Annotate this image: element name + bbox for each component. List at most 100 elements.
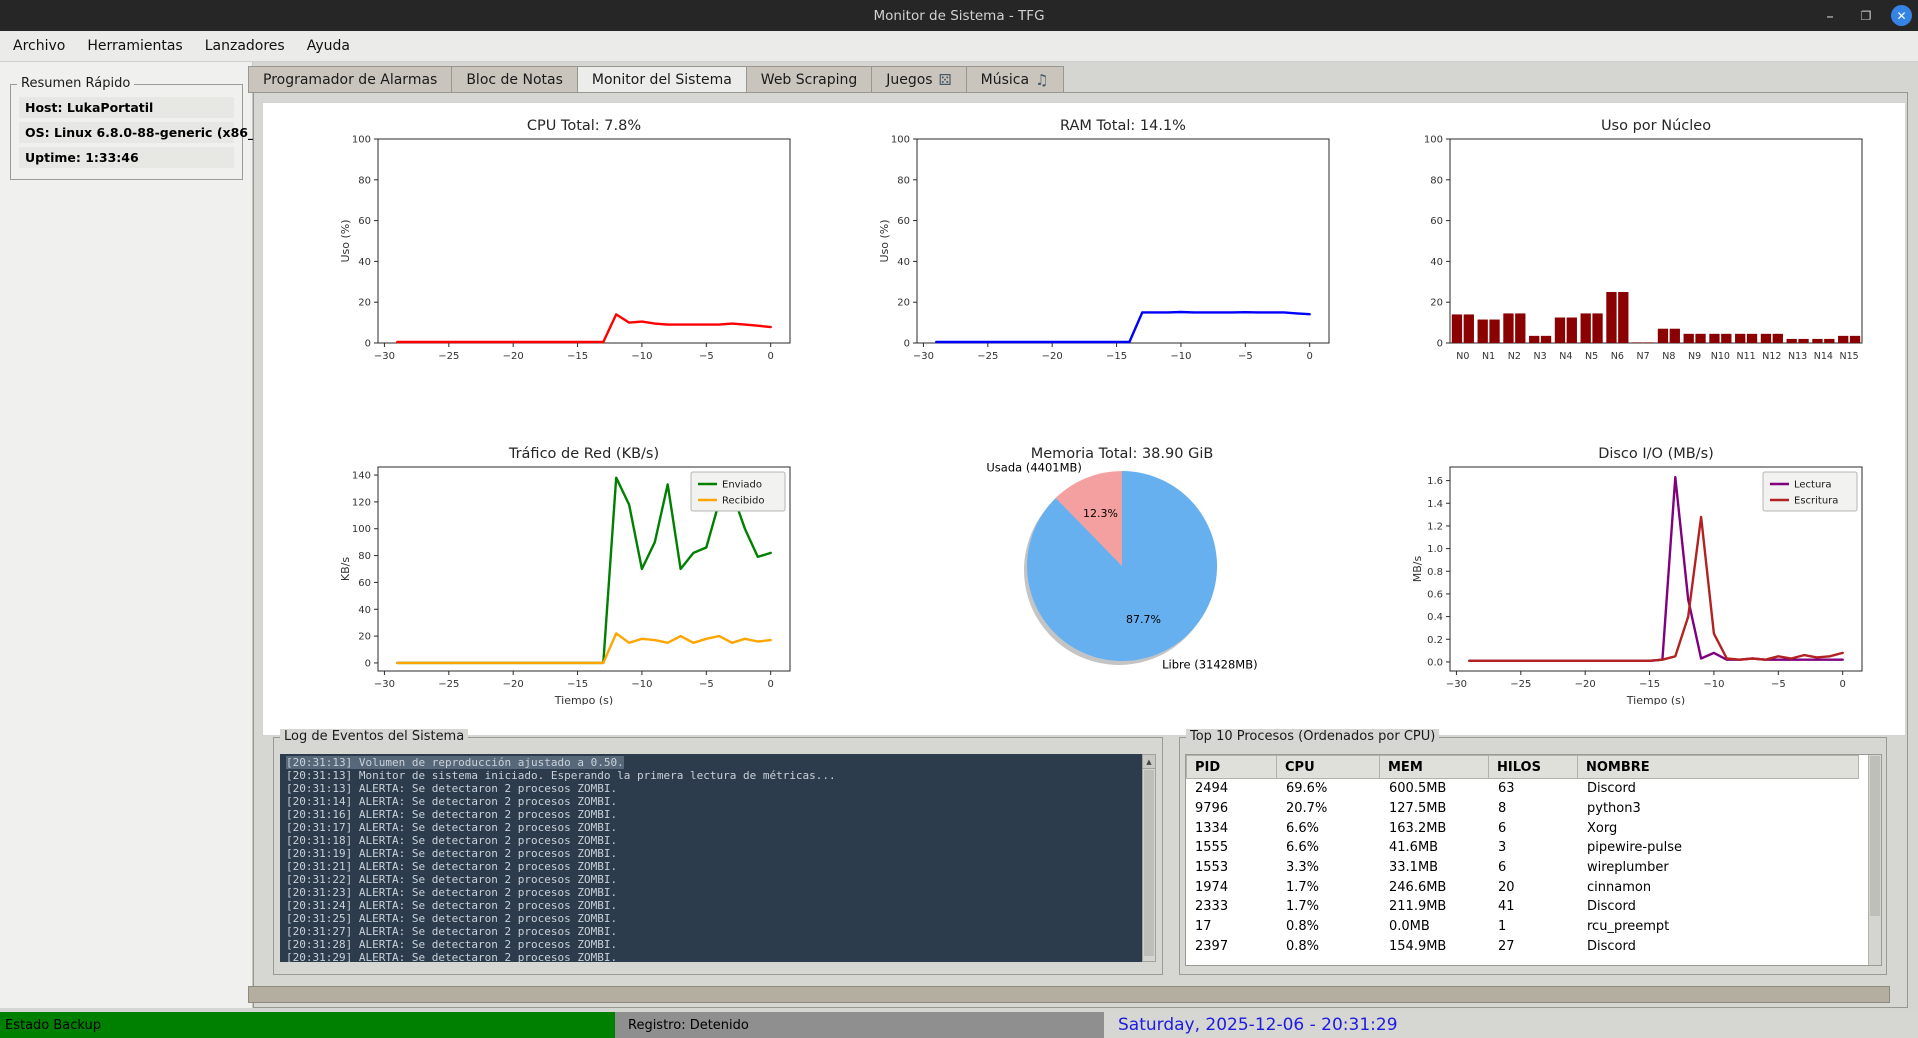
process-table-scroll-thumb[interactable] [1870,756,1880,916]
table-row[interactable]: 249469.6%600.5MB63Discord [1186,779,1881,799]
log-line-8[interactable]: [20:31:21] ALERTA: Se detectaron 2 proce… [286,860,1142,873]
menu-herramientas[interactable]: Herramientas [76,38,193,54]
tab-web-scraping[interactable]: Web Scraping [747,66,872,93]
log-line-1[interactable]: [20:31:13] Monitor de sistema iniciado. … [286,769,1142,782]
svg-text:−15: −15 [1639,679,1660,690]
svg-text:80: 80 [358,175,371,186]
svg-text:100: 100 [352,135,371,146]
table-row[interactable]: 979620.7%127.5MB8python3 [1186,799,1881,819]
svg-text:20: 20 [897,298,910,309]
column-header-cpu[interactable]: CPU [1277,755,1380,779]
backup-status-segment: Estado Backup [0,1012,615,1038]
column-header-pid[interactable]: PID [1186,755,1277,779]
event-log-scroll-thumb[interactable] [1144,770,1154,956]
titlebar[interactable]: Monitor de Sistema - TFG – ❐ ✕ [0,0,1918,31]
table-row[interactable]: 15556.6%41.6MB3pipewire-pulse [1186,838,1881,858]
svg-text:N9: N9 [1688,351,1701,362]
svg-text:60: 60 [897,216,910,227]
svg-text:20: 20 [1430,298,1443,309]
column-header-hilos[interactable]: HILOS [1489,755,1578,779]
minimize-button[interactable]: – [1819,5,1841,27]
log-line-3[interactable]: [20:31:14] ALERTA: Se detectaron 2 proce… [286,795,1142,808]
svg-text:100: 100 [891,135,910,146]
table-row[interactable]: 19741.7%246.6MB20cinnamon [1186,877,1881,897]
svg-text:0.8: 0.8 [1427,567,1443,578]
svg-text:KB/s: KB/s [339,557,352,581]
tab-juegos[interactable]: Juegos⚄ [872,66,966,93]
log-line-14[interactable]: [20:31:28] ALERTA: Se detectaron 2 proce… [286,938,1142,951]
svg-text:−25: −25 [438,351,459,362]
menu-ayuda[interactable]: Ayuda [296,38,361,54]
svg-text:N1: N1 [1482,351,1495,362]
svg-text:60: 60 [1430,216,1443,227]
log-line-2[interactable]: [20:31:13] ALERTA: Se detectaron 2 proce… [286,782,1142,795]
log-line-15[interactable]: [20:31:29] ALERTA: Se detectaron 2 proce… [286,951,1142,962]
log-line-10[interactable]: [20:31:23] ALERTA: Se detectaron 2 proce… [286,886,1142,899]
log-line-4[interactable]: [20:31:16] ALERTA: Se detectaron 2 proce… [286,808,1142,821]
svg-text:Lectura: Lectura [1794,480,1832,491]
event-log-scrollbar[interactable]: ▲ [1142,754,1156,962]
column-header-mem[interactable]: MEM [1380,755,1489,779]
table-row[interactable]: 170.8%0.0MB1rcu_preempt [1186,917,1881,937]
cell-nombre: python3 [1578,801,1859,816]
tab-label: Monitor del Sistema [592,72,732,88]
svg-text:−20: −20 [503,679,524,690]
log-line-11[interactable]: [20:31:24] ALERTA: Se detectaron 2 proce… [286,899,1142,912]
table-row[interactable]: 23970.8%154.9MB27Discord [1186,937,1881,957]
svg-text:−30: −30 [913,351,934,362]
table-row[interactable]: 15533.3%33.1MB6wireplumber [1186,858,1881,878]
svg-text:Uso (%): Uso (%) [878,219,891,262]
svg-text:0: 0 [365,658,371,669]
memory-pie-chart: Memoria Total: 38.90 GiB12.3%Usada (4401… [901,441,1371,705]
process-table-scrollbar[interactable] [1868,755,1881,965]
tab-bloc-de-notas[interactable]: Bloc de Notas [452,66,578,93]
cell-nombre: cinnamon [1578,880,1859,895]
menu-lanzadores[interactable]: Lanzadores [194,38,296,54]
log-line-5[interactable]: [20:31:17] ALERTA: Se detectaron 2 proce… [286,821,1142,834]
cell-cpu: 0.8% [1277,939,1380,954]
svg-text:−15: −15 [567,679,588,690]
tab-programador-de-alarmas[interactable]: Programador de Alarmas [248,66,452,93]
cell-cpu: 20.7% [1277,801,1380,816]
summary-row-1: OS: Linux 6.8.0-88-generic (x86_64) [19,122,234,143]
cell-pid: 1334 [1186,821,1277,836]
log-line-0[interactable]: [20:31:13] Volumen de reproducción ajust… [286,756,1142,769]
process-table-header: PIDCPUMEMHILOSNOMBRE [1186,755,1881,779]
log-line-12[interactable]: [20:31:25] ALERTA: Se detectaron 2 proce… [286,912,1142,925]
svg-text:0.0: 0.0 [1427,657,1443,668]
menu-archivo[interactable]: Archivo [2,38,76,54]
cell-hilos: 41 [1489,899,1578,914]
svg-text:−20: −20 [1042,351,1063,362]
svg-text:Uso (%): Uso (%) [339,219,352,262]
svg-text:N6: N6 [1611,351,1624,362]
menubar: ArchivoHerramientasLanzadoresAyuda [0,31,1918,62]
svg-text:Libre (31428MB): Libre (31428MB) [1162,658,1257,672]
log-line-13[interactable]: [20:31:27] ALERTA: Se detectaron 2 proce… [286,925,1142,938]
log-line-9[interactable]: [20:31:22] ALERTA: Se detectaron 2 proce… [286,873,1142,886]
log-line-7[interactable]: [20:31:19] ALERTA: Se detectaron 2 proce… [286,847,1142,860]
svg-text:−5: −5 [1771,679,1786,690]
cpu-chart: CPU Total: 7.8%020406080100−30−25−20−15−… [336,113,806,365]
process-table[interactable]: PIDCPUMEMHILOSNOMBRE 249469.6%600.5MB63D… [1185,754,1882,966]
close-button[interactable]: ✕ [1891,5,1912,26]
quick-summary-rows: Host: LukaPortatilOS: Linux 6.8.0-88-gen… [19,97,234,172]
cell-cpu: 0.8% [1277,919,1380,934]
svg-text:12.3%: 12.3% [1083,507,1118,520]
cell-pid: 2333 [1186,899,1277,914]
cell-mem: 246.6MB [1380,880,1489,895]
column-header-nombre[interactable]: NOMBRE [1578,755,1859,779]
window-controls: – ❐ ✕ [1819,0,1912,31]
svg-text:0.2: 0.2 [1427,635,1443,646]
table-row[interactable]: 23331.7%211.9MB41Discord [1186,897,1881,917]
table-row[interactable]: 13346.6%163.2MB6Xorg [1186,818,1881,838]
cell-mem: 127.5MB [1380,801,1489,816]
svg-text:1.4: 1.4 [1427,499,1443,510]
scroll-up-icon[interactable]: ▲ [1143,755,1155,769]
event-log-terminal[interactable]: [20:31:13] Volumen de reproducción ajust… [280,754,1142,962]
charts-panel: CPU Total: 7.8%020406080100−30−25−20−15−… [262,102,1906,736]
ram-chart: RAM Total: 14.1%020406080100−30−25−20−15… [875,113,1345,365]
tab-m-sica[interactable]: Música♫ [967,66,1064,93]
tab-monitor-del-sistema[interactable]: Monitor del Sistema [578,66,747,93]
maximize-button[interactable]: ❐ [1855,5,1877,27]
log-line-6[interactable]: [20:31:18] ALERTA: Se detectaron 2 proce… [286,834,1142,847]
